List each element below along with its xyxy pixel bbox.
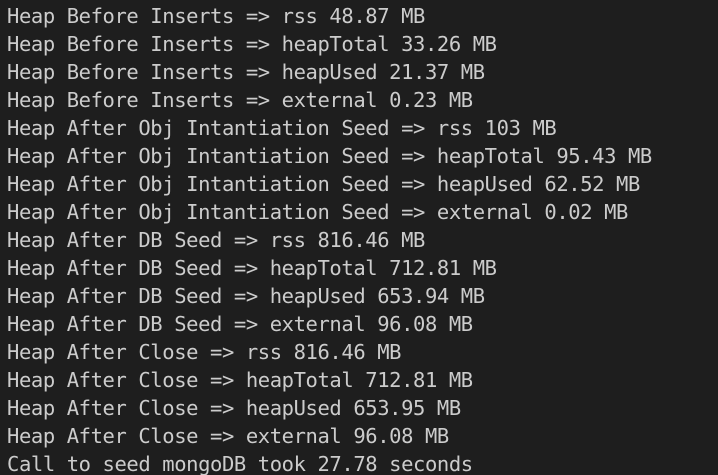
terminal-line: Heap After DB Seed => heapTotal 712.81 M…: [7, 256, 497, 280]
terminal-line: Heap After Close => external 96.08 MB: [7, 424, 449, 448]
terminal-line: Heap After Obj Intantiation Seed => exte…: [7, 200, 628, 224]
terminal-line: Heap After DB Seed => rss 816.46 MB: [7, 228, 425, 252]
terminal-output: Heap Before Inserts => rss 48.87 MB Heap…: [0, 0, 718, 475]
terminal-line: Heap After Obj Intantiation Seed => heap…: [7, 144, 652, 168]
terminal-line: Heap Before Inserts => rss 48.87 MB: [7, 4, 425, 28]
terminal-line: Heap After Obj Intantiation Seed => heap…: [7, 172, 640, 196]
terminal-line: Heap After Close => heapTotal 712.81 MB: [7, 368, 473, 392]
terminal-line: Heap After Obj Intantiation Seed => rss …: [7, 116, 557, 140]
terminal-line: Heap After DB Seed => external 96.08 MB: [7, 312, 473, 336]
terminal-line: Heap Before Inserts => heapTotal 33.26 M…: [7, 32, 497, 56]
terminal-line: Heap Before Inserts => external 0.23 MB: [7, 88, 473, 112]
terminal-line: Heap After Close => heapUsed 653.95 MB: [7, 396, 461, 420]
terminal-line: Heap Before Inserts => heapUsed 21.37 MB: [7, 60, 485, 84]
terminal-line: Heap After DB Seed => heapUsed 653.94 MB: [7, 284, 485, 308]
terminal-line: Call to seed mongoDB took 27.78 seconds: [7, 452, 473, 475]
terminal-line: Heap After Close => rss 816.46 MB: [7, 340, 402, 364]
